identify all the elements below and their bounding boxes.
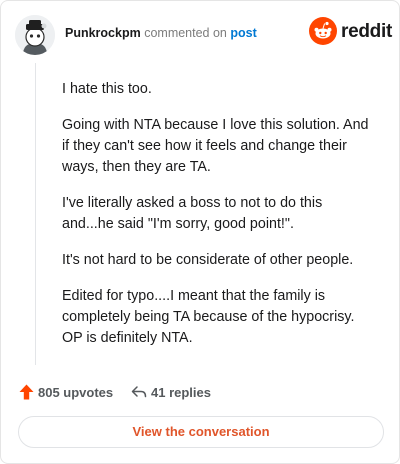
brand-name: reddit	[341, 21, 392, 42]
post-link[interactable]: post	[230, 26, 256, 40]
reply-count: 41 replies	[151, 385, 211, 400]
comment-body: I hate this too. Going with NTA because …	[62, 79, 372, 364]
reddit-logo[interactable]: reddit	[309, 17, 392, 47]
comment-paragraph: Edited for typo....I meant that the fami…	[62, 288, 355, 346]
comment-paragraph: I've literally asked a boss to not to do…	[62, 195, 323, 232]
comment-footer: 805 upvotes 41 replies	[19, 383, 381, 403]
comment-header: Punkrockpm commented on post reddit	[15, 15, 392, 55]
comment-paragraph: I hate this too.	[62, 81, 152, 97]
thread-line	[35, 63, 36, 365]
comment-card: Punkrockpm commented on post reddit I ha…	[0, 0, 400, 464]
upvote-button[interactable]: 805 upvotes	[19, 383, 119, 403]
upvote-arrow-icon	[19, 384, 34, 400]
comment-paragraph: Going with NTA because I love this solut…	[62, 117, 369, 175]
username[interactable]: Punkrockpm	[65, 26, 141, 40]
replies-button[interactable]: 41 replies	[131, 383, 241, 403]
upvote-count: 805 upvotes	[38, 385, 114, 400]
action-text: commented on	[144, 26, 227, 40]
reply-arrow-icon	[131, 386, 147, 398]
comment-meta: Punkrockpm commented on post	[65, 26, 257, 40]
snoo-avatar-icon	[15, 15, 55, 55]
view-conversation-button[interactable]: View the conversation	[18, 416, 384, 448]
comment-paragraph: It's not hard to be considerate of other…	[62, 252, 354, 268]
reddit-snoo-icon	[309, 17, 337, 45]
avatar[interactable]	[15, 15, 55, 55]
